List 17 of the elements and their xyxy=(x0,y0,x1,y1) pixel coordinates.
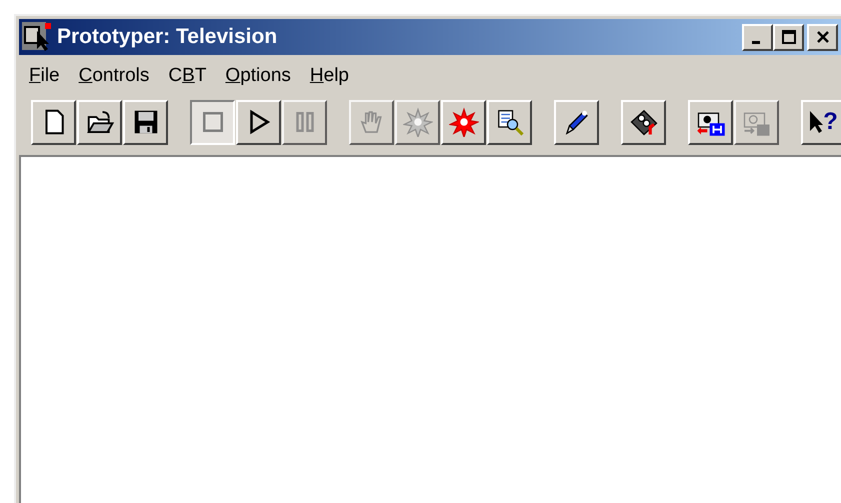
menu-item[interactable]: Help xyxy=(310,62,349,90)
toolbar-button[interactable]: ? xyxy=(801,100,841,144)
minimize-icon xyxy=(752,40,760,44)
menu-item[interactable]: Controls xyxy=(78,62,150,90)
menu-item[interactable]: Options xyxy=(225,62,291,90)
close-button[interactable] xyxy=(807,24,838,50)
close-icon xyxy=(814,29,830,45)
maximize-button[interactable] xyxy=(773,24,804,50)
pointer-icon xyxy=(809,110,824,134)
window-title: Prototyper: Television xyxy=(57,24,278,50)
starburst-icon xyxy=(402,107,432,137)
starburst-icon xyxy=(448,107,478,137)
minimize-button[interactable] xyxy=(742,24,773,50)
cassette-icon xyxy=(628,107,658,137)
maximize-icon xyxy=(780,29,796,45)
menu-item[interactable]: CBT xyxy=(168,62,206,90)
menu-item[interactable]: File xyxy=(29,62,60,90)
